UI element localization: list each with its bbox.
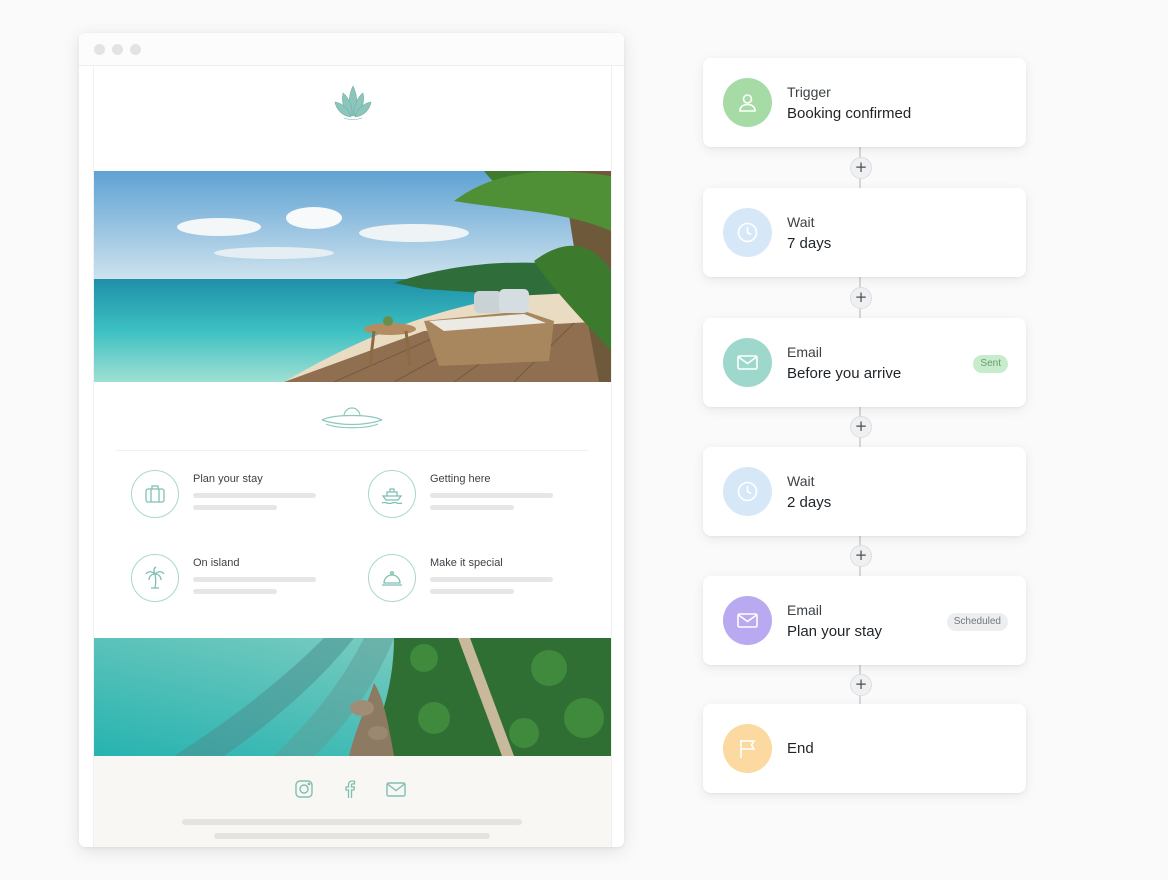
text-placeholder-line bbox=[193, 577, 316, 582]
lotus-logo-icon bbox=[334, 85, 372, 120]
workflow-step-email[interactable]: Email Before you arrive Sent bbox=[703, 318, 1026, 407]
sun-horizon-icon bbox=[321, 407, 383, 429]
step-value-label: 2 days bbox=[787, 494, 832, 511]
workflow-step-trigger[interactable]: Trigger Booking confirmed bbox=[703, 58, 1026, 147]
workflow-step-end[interactable]: End bbox=[703, 704, 1026, 793]
facebook-icon[interactable] bbox=[339, 778, 361, 800]
feature-icon-circle bbox=[368, 470, 416, 518]
step-icon-circle bbox=[723, 724, 772, 773]
feature-title: Make it special bbox=[430, 557, 503, 569]
text-placeholder-line bbox=[430, 589, 514, 594]
add-step-button[interactable]: + bbox=[850, 287, 872, 309]
add-step-button[interactable]: + bbox=[850, 545, 872, 567]
section-divider bbox=[116, 450, 588, 451]
user-icon bbox=[739, 94, 756, 112]
step-icon-circle bbox=[723, 467, 772, 516]
flag-icon bbox=[740, 740, 756, 758]
email-preview-window: Plan your stay Getting here On island Ma… bbox=[79, 33, 624, 847]
step-icon-circle bbox=[723, 338, 772, 387]
step-icon-circle bbox=[723, 208, 772, 257]
add-step-button[interactable]: + bbox=[850, 674, 872, 696]
clock-icon bbox=[737, 222, 758, 243]
step-icon-circle bbox=[723, 78, 772, 127]
status-badge-sent: Sent bbox=[973, 355, 1008, 373]
feature-title: Getting here bbox=[430, 473, 491, 485]
step-value-label: Plan your stay bbox=[787, 623, 883, 640]
mail-icon bbox=[737, 355, 758, 370]
feature-icon-circle bbox=[368, 554, 416, 602]
mail-icon bbox=[737, 613, 758, 628]
workflow-step-wait[interactable]: Wait 7 days bbox=[703, 188, 1026, 277]
feature-icon-circle bbox=[131, 470, 179, 518]
feature-make-it-special[interactable]: Make it special bbox=[368, 554, 608, 614]
text-placeholder-line bbox=[430, 577, 553, 582]
step-type-label: Wait bbox=[787, 473, 815, 489]
workflow-step-email[interactable]: Email Plan your stay Scheduled bbox=[703, 576, 1026, 665]
feature-title: On island bbox=[193, 557, 240, 569]
step-type-label: Wait bbox=[787, 214, 815, 230]
palm-tree-icon bbox=[145, 566, 165, 589]
boat-icon bbox=[381, 488, 403, 505]
footer-text-line bbox=[182, 819, 522, 825]
text-placeholder-line bbox=[430, 493, 553, 498]
window-dot-minimize[interactable] bbox=[112, 44, 123, 55]
feature-plan-your-stay[interactable]: Plan your stay bbox=[131, 470, 371, 530]
step-type-label: Email bbox=[787, 602, 823, 618]
luggage-icon bbox=[145, 485, 165, 503]
window-dot-close[interactable] bbox=[94, 44, 105, 55]
feature-getting-here[interactable]: Getting here bbox=[368, 470, 608, 530]
window-titlebar bbox=[79, 33, 624, 66]
email-footer bbox=[94, 756, 611, 847]
step-type-label: Trigger bbox=[787, 84, 831, 100]
status-badge-scheduled: Scheduled bbox=[946, 613, 1008, 631]
step-value-label: Before you arrive bbox=[787, 365, 902, 382]
instagram-icon[interactable] bbox=[293, 778, 315, 800]
step-value-label: 7 days bbox=[787, 235, 832, 252]
step-type-label: Email bbox=[787, 344, 823, 360]
add-step-button[interactable]: + bbox=[850, 157, 872, 179]
footer-text-line bbox=[214, 833, 490, 839]
email-canvas: Plan your stay Getting here On island Ma… bbox=[93, 66, 612, 847]
step-icon-circle bbox=[723, 596, 772, 645]
step-value-label: Booking confirmed bbox=[787, 105, 912, 122]
workflow-step-wait[interactable]: Wait 2 days bbox=[703, 447, 1026, 536]
text-placeholder-line bbox=[193, 493, 316, 498]
feature-on-island[interactable]: On island bbox=[131, 554, 371, 614]
cloche-icon bbox=[382, 571, 402, 586]
window-dot-maximize[interactable] bbox=[130, 44, 141, 55]
text-placeholder-line bbox=[193, 589, 277, 594]
mail-icon[interactable] bbox=[385, 778, 407, 800]
step-value-label: End bbox=[787, 740, 814, 757]
island-aerial-image bbox=[94, 638, 611, 756]
add-step-button[interactable]: + bbox=[850, 416, 872, 438]
feature-title: Plan your stay bbox=[193, 473, 263, 485]
text-placeholder-line bbox=[193, 505, 277, 510]
clock-icon bbox=[737, 481, 758, 502]
beach-hero-image bbox=[94, 171, 611, 382]
feature-icon-circle bbox=[131, 554, 179, 602]
text-placeholder-line bbox=[430, 505, 514, 510]
